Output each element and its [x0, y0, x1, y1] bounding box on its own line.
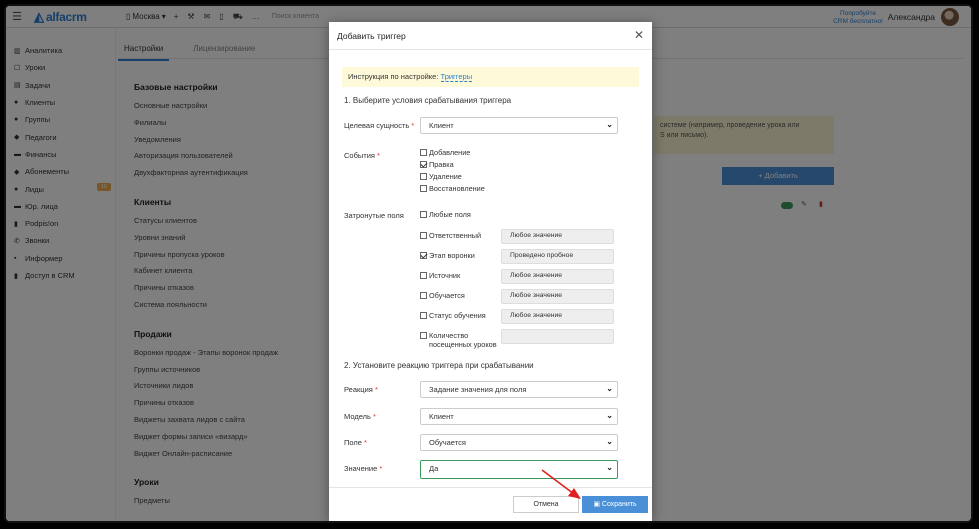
- annotation-arrow: [541, 469, 581, 499]
- app-window: ☰ ◭ alfacrm ▯ Москва ▾ + ⚒ ✉ ▯ ⛟ … Поиск…: [4, 4, 973, 523]
